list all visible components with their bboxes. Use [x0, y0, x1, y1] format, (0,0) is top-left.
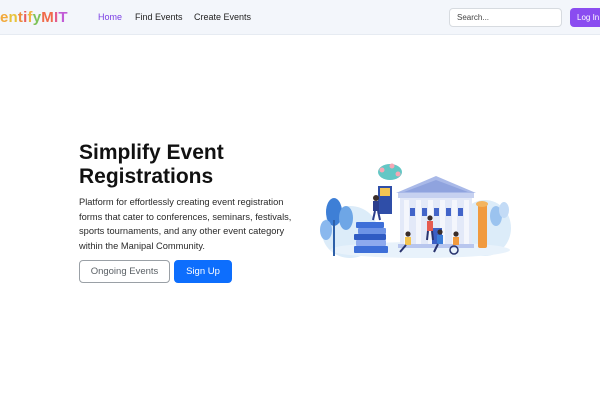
brand-letter: e: [0, 9, 9, 26]
nav-link-home[interactable]: Home: [98, 12, 122, 22]
hero-description: Platform for effortlessly creating event…: [79, 197, 292, 251]
top-navbar: entifyMIT Home Find Events Create Events…: [0, 0, 600, 35]
brand-letter: n: [8, 9, 18, 26]
nav-link-find-events[interactable]: Find Events: [135, 12, 183, 22]
brand-letter: T: [58, 9, 68, 26]
search-input[interactable]: [449, 8, 562, 27]
hero-title: Simplify Event Registrations: [79, 141, 224, 188]
ongoing-events-button[interactable]: Ongoing Events: [79, 260, 170, 283]
brand-letter: y: [32, 9, 42, 26]
sign-up-button[interactable]: Sign Up: [174, 260, 232, 283]
nav-link-create-events[interactable]: Create Events: [194, 12, 251, 22]
login-button[interactable]: Log In: [570, 8, 600, 27]
brand-letter: M: [41, 9, 54, 26]
university-event-illustration: [320, 163, 511, 258]
flower-tree: [378, 163, 402, 180]
book-stack: [354, 222, 388, 253]
event-banner: [378, 186, 392, 214]
brand-logo[interactable]: entifyMIT: [0, 9, 68, 26]
